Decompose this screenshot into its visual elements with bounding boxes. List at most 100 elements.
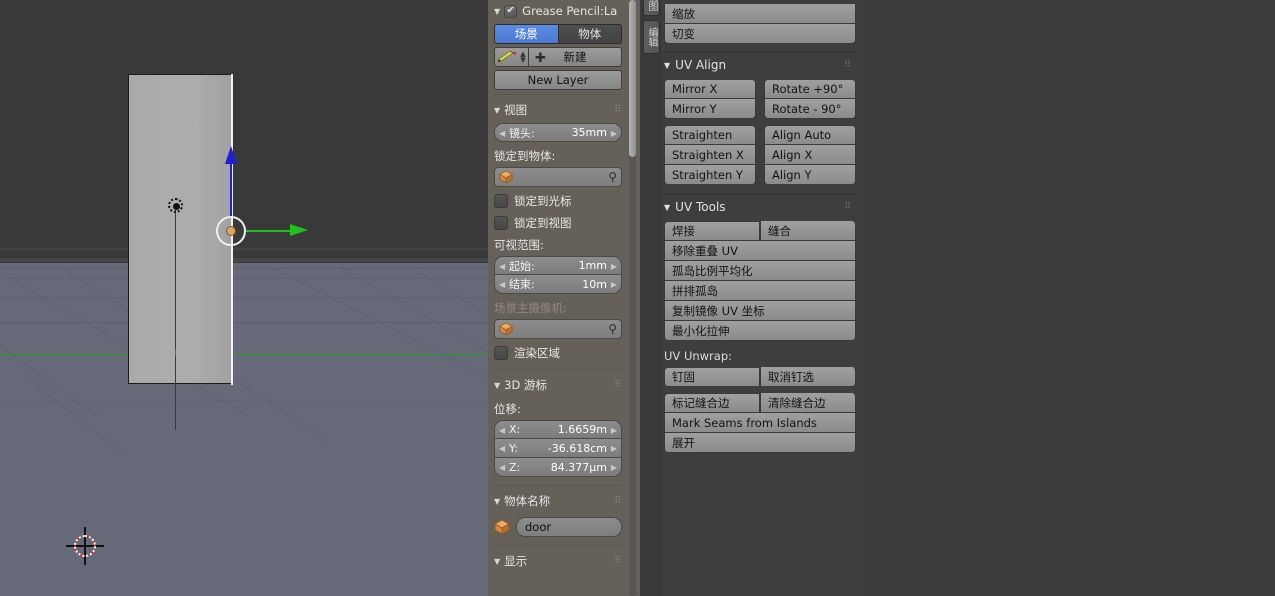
decrement-arrow-icon[interactable]: ◀ xyxy=(499,463,505,472)
render-border-row[interactable]: 渲染区域 xyxy=(494,345,622,361)
panel-header-grease-pencil[interactable]: ▼ Grease Pencil:La xyxy=(494,1,622,21)
uv-image-editor[interactable] xyxy=(864,0,1275,596)
object-name-input[interactable]: door xyxy=(516,517,622,537)
increment-arrow-icon[interactable]: ▶ xyxy=(611,129,617,138)
straighten-x-button[interactable]: Straighten X xyxy=(664,145,756,165)
manipulator-z-arrowhead-icon[interactable] xyxy=(225,146,237,164)
clear-seam-button[interactable]: 清除缝合边 xyxy=(760,393,856,413)
3d-viewport[interactable] xyxy=(0,0,488,596)
panel-header-item[interactable]: ▼ 物体名称 ⠿ xyxy=(494,491,622,511)
increment-arrow-icon[interactable]: ▶ xyxy=(611,463,617,472)
panel-header-uv-tools[interactable]: ▼ UV Tools ⠿ xyxy=(664,197,856,217)
align-y-button[interactable]: Align Y xyxy=(764,165,856,185)
lens-field[interactable]: ◀ 镜头: 35mm ▶ xyxy=(494,123,622,142)
mirror-button-group[interactable]: Mirror X Mirror Y xyxy=(664,79,756,119)
pin-button-group[interactable]: 钉固 取消钉选 xyxy=(664,367,856,387)
increment-arrow-icon[interactable]: ▶ xyxy=(611,426,617,435)
panel-grip-icon[interactable]: ⠿ xyxy=(614,380,622,390)
manipulator-y-arrowhead-icon[interactable] xyxy=(290,224,308,236)
object-origin-icon[interactable] xyxy=(168,198,183,213)
sidebar-tab-edit[interactable]: 编辑 xyxy=(643,20,660,54)
mark-seam-button[interactable]: 标记缝合边 xyxy=(664,393,760,413)
manipulator-y-axis[interactable] xyxy=(246,230,296,232)
uv-tools-button-group[interactable]: 焊接 缝合 移除重叠 UV 孤岛比例平均化 拼排孤岛 复制镜像 UV 坐标 最小… xyxy=(664,221,856,341)
seams-button-group[interactable]: 标记缝合边 清除缝合边 Mark Seams from Islands 展开 xyxy=(664,393,856,453)
unpin-button[interactable]: 取消钉选 xyxy=(760,367,856,387)
panel-header-3d-cursor[interactable]: ▼ 3D 游标 ⠿ xyxy=(494,375,622,395)
toggle-object[interactable]: 物体 xyxy=(558,24,622,44)
rotate-plus-90-button[interactable]: Rotate +90° xyxy=(764,79,856,99)
new-layer-datablock-button[interactable]: ✚ 新建 xyxy=(528,47,622,67)
mark-seams-from-islands-button[interactable]: Mark Seams from Islands xyxy=(664,413,856,433)
manipulator-center-handle[interactable] xyxy=(226,226,236,236)
copy-mirrored-uv-button[interactable]: 复制镜像 UV 坐标 xyxy=(664,301,856,321)
align-button-group[interactable]: Align Auto Align X Align Y xyxy=(764,125,856,185)
increment-arrow-icon[interactable]: ▶ xyxy=(611,444,617,453)
panel-header-display[interactable]: ▼ 显示 ⠿ xyxy=(494,551,622,571)
decrement-arrow-icon[interactable]: ◀ xyxy=(499,129,505,138)
unwrap-button[interactable]: 展开 xyxy=(664,433,856,453)
panel-grip-icon[interactable]: ⠿ xyxy=(844,60,852,70)
panel-grip-icon[interactable]: ⠿ xyxy=(844,202,852,212)
decrement-arrow-icon[interactable]: ◀ xyxy=(499,280,505,289)
average-islands-scale-button[interactable]: 孤岛比例平均化 xyxy=(664,261,856,281)
align-auto-button[interactable]: Align Auto xyxy=(764,125,856,145)
decrement-arrow-icon[interactable]: ◀ xyxy=(499,444,505,453)
panel-grip-icon[interactable]: ⠿ xyxy=(614,496,622,506)
pack-islands-button[interactable]: 拼排孤岛 xyxy=(664,281,856,301)
lock-to-cursor-row[interactable]: 锁定到光标 xyxy=(494,193,622,209)
remove-doubles-uv-button[interactable]: 移除重叠 UV xyxy=(664,241,856,261)
pencil-icon[interactable]: ▲ ▼ xyxy=(494,47,528,67)
mirror-y-button[interactable]: Mirror Y xyxy=(664,99,756,119)
grease-pencil-checkbox[interactable] xyxy=(504,4,518,18)
lock-to-cursor-checkbox[interactable] xyxy=(494,194,508,208)
panel-header-view[interactable]: ▼ 视图 ⠿ xyxy=(494,100,622,120)
transform-buttons-group[interactable]: 缩放 切变 xyxy=(664,0,856,44)
uv-tools-tab-strip[interactable]: 视图 编辑 xyxy=(640,0,662,596)
properties-sidebar[interactable]: ▼ Grease Pencil:La 场景 物体 ▲▼ ✚ xyxy=(488,0,640,596)
stitch-button[interactable]: 缝合 xyxy=(760,221,856,241)
rotate-button-group[interactable]: Rotate +90° Rotate - 90° xyxy=(764,79,856,119)
rotate-minus-90-button[interactable]: Rotate - 90° xyxy=(764,99,856,119)
render-border-checkbox[interactable] xyxy=(494,346,508,360)
pin-button[interactable]: 钉固 xyxy=(664,367,760,387)
decrement-arrow-icon[interactable]: ◀ xyxy=(499,262,505,271)
lock-to-view-checkbox[interactable] xyxy=(494,216,508,230)
minimize-stretch-button[interactable]: 最小化拉伸 xyxy=(664,321,856,341)
grease-pencil-source-toggle[interactable]: 场景 物体 xyxy=(494,24,622,44)
grease-pencil-datablock-row[interactable]: ▲ ▼ ✚ 新建 xyxy=(494,47,622,67)
mirror-x-button[interactable]: Mirror X xyxy=(664,79,756,99)
shear-button[interactable]: 切变 xyxy=(664,24,856,44)
increment-arrow-icon[interactable]: ▶ xyxy=(611,262,617,271)
3d-cursor-icon[interactable] xyxy=(66,527,104,565)
lock-to-view-row[interactable]: 锁定到视图 xyxy=(494,215,622,231)
sidebar-tab-view[interactable]: 视图 xyxy=(643,0,660,16)
clip-start-field[interactable]: ◀ 起始: 1mm ▶ xyxy=(494,256,622,275)
eyedropper-icon[interactable]: ⚲ xyxy=(608,322,617,336)
decrement-arrow-icon[interactable]: ◀ xyxy=(499,426,505,435)
increment-arrow-icon[interactable]: ▶ xyxy=(611,280,617,289)
align-x-button[interactable]: Align X xyxy=(764,145,856,165)
cursor-z-field[interactable]: ◀ Z: 84.377µm ▶ xyxy=(494,458,622,477)
object-name-row[interactable]: door xyxy=(494,517,622,537)
properties-scrollbar-thumb[interactable] xyxy=(629,0,636,157)
cursor-x-field[interactable]: ◀ X: 1.6659m ▶ xyxy=(494,420,622,439)
straighten-button-group[interactable]: Straighten Straighten X Straighten Y xyxy=(664,125,756,185)
eyedropper-icon[interactable]: ⚲ xyxy=(608,170,617,184)
lock-to-object-field[interactable]: ⚲ xyxy=(494,167,622,187)
clip-end-field[interactable]: ◀ 结束: 10m ▶ xyxy=(494,275,622,294)
new-layer-button[interactable]: New Layer xyxy=(494,70,622,90)
scene-camera-field[interactable]: ⚲ xyxy=(494,319,622,339)
manipulator-z-axis[interactable] xyxy=(230,158,232,218)
scale-button[interactable]: 缩放 xyxy=(664,4,856,24)
spinner-arrows-icon[interactable]: ▲ ▼ xyxy=(520,51,525,64)
uv-tools-panel[interactable]: 视图 编辑 缩放 切变 ▼ UV Align ⠿ Mirror X Mirror… xyxy=(640,0,864,596)
cursor-location-stack[interactable]: ◀ X: 1.6659m ▶ ◀ Y: -36.618cm ▶ ◀ Z: 84.… xyxy=(494,420,622,477)
toggle-scene[interactable]: 场景 xyxy=(494,24,559,44)
panel-header-uv-align[interactable]: ▼ UV Align ⠿ xyxy=(664,55,856,75)
panel-grip-icon[interactable]: ⠿ xyxy=(614,556,622,566)
clip-range-stack[interactable]: ◀ 起始: 1mm ▶ ◀ 结束: 10m ▶ xyxy=(494,256,622,294)
straighten-y-button[interactable]: Straighten Y xyxy=(664,165,756,185)
straighten-button[interactable]: Straighten xyxy=(664,125,756,145)
panel-grip-icon[interactable]: ⠿ xyxy=(614,105,622,115)
